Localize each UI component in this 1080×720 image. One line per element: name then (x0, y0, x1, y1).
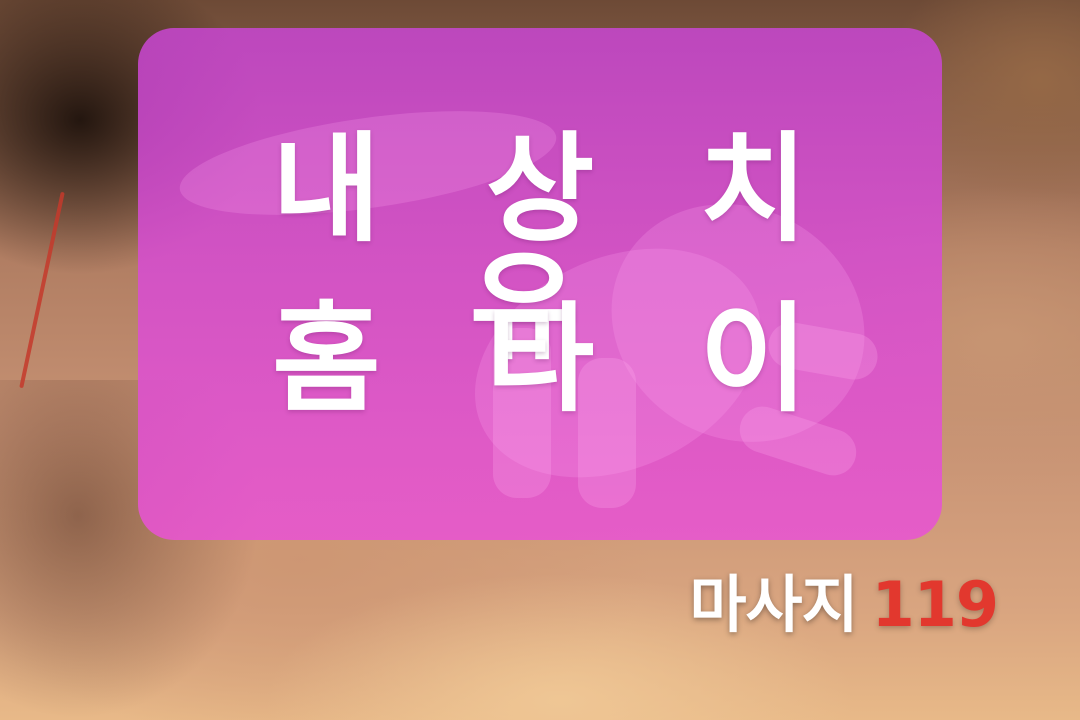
brand-text: 마사지 (689, 568, 858, 641)
title-line-2: 홈 타 이 (272, 290, 840, 428)
brand-number: 119 (871, 568, 999, 641)
brand-logo: 마사지 119 (689, 574, 999, 636)
